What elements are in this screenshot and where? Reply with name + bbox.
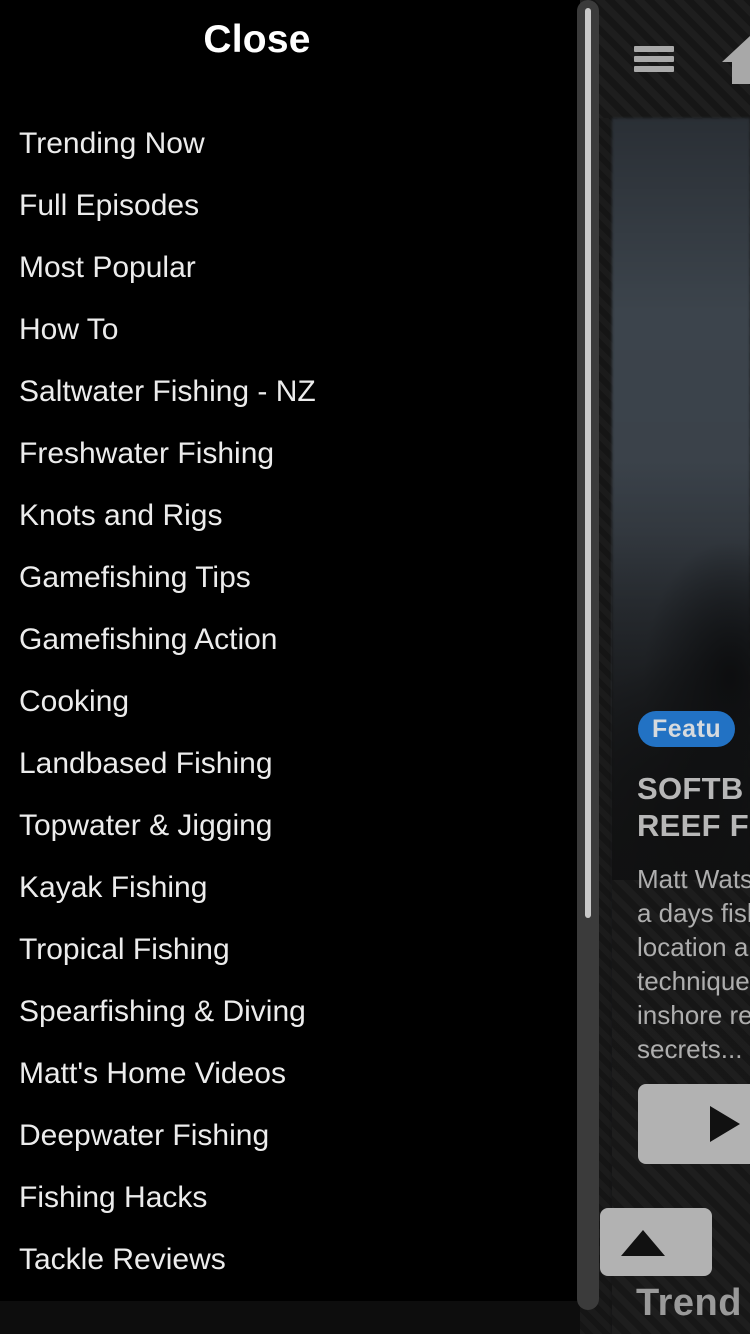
menu-item-tropical-fishing[interactable]: Tropical Fishing xyxy=(0,919,580,981)
featured-description: Matt Wats a days fish location a techniq… xyxy=(637,862,750,1066)
featured-badge: Featu xyxy=(638,711,736,747)
description-line: location a xyxy=(637,932,749,962)
play-button[interactable] xyxy=(638,1084,750,1164)
menu-item-matts-home-videos[interactable]: Matt's Home Videos xyxy=(0,1043,580,1105)
menu-item-most-popular[interactable]: Most Popular xyxy=(0,237,580,299)
close-button[interactable]: Close xyxy=(0,18,514,62)
home-icon[interactable] xyxy=(722,32,750,86)
menu-item-trending-now[interactable]: Trending Now xyxy=(0,113,580,175)
menu-item-freshwater-fishing[interactable]: Freshwater Fishing xyxy=(0,423,580,485)
section-heading: Trend xyxy=(636,1282,742,1324)
description-line: inshore re xyxy=(637,1000,750,1030)
menu-item-gamefishing-action[interactable]: Gamefishing Action xyxy=(0,609,580,671)
featured-title-line-1: SOFTB xyxy=(637,771,744,806)
featured-title-line-2: REEF F xyxy=(637,808,750,843)
triangle-up-icon xyxy=(621,1230,665,1256)
description-line: Matt Wats xyxy=(637,864,750,894)
menu-item-knots-and-rigs[interactable]: Knots and Rigs xyxy=(0,485,580,547)
menu-item-saltwater-fishing-nz[interactable]: Saltwater Fishing - NZ xyxy=(0,361,580,423)
menu-item-landbased-fishing[interactable]: Landbased Fishing xyxy=(0,733,580,795)
menu-item-fishing-hacks[interactable]: Fishing Hacks xyxy=(0,1167,580,1229)
menu-item-how-to[interactable]: How To xyxy=(0,299,580,361)
play-icon xyxy=(710,1106,740,1142)
drawer-menu-list: Trending Now Full Episodes Most Popular … xyxy=(0,113,580,1291)
hamburger-bar xyxy=(634,46,674,52)
menu-item-topwater-and-jigging[interactable]: Topwater & Jigging xyxy=(0,795,580,857)
menu-item-deepwater-fishing[interactable]: Deepwater Fishing xyxy=(0,1105,580,1167)
menu-item-gamefishing-tips[interactable]: Gamefishing Tips xyxy=(0,547,580,609)
menu-item-cooking[interactable]: Cooking xyxy=(0,671,580,733)
vertical-scrollbar[interactable] xyxy=(577,0,599,1310)
hamburger-bar xyxy=(634,66,674,72)
menu-item-kayak-fishing[interactable]: Kayak Fishing xyxy=(0,857,580,919)
menu-item-tackle-reviews[interactable]: Tackle Reviews xyxy=(0,1229,580,1291)
navigation-drawer: Close Trending Now Full Episodes Most Po… xyxy=(0,0,580,1301)
menu-item-full-episodes[interactable]: Full Episodes xyxy=(0,175,580,237)
hamburger-icon[interactable] xyxy=(634,44,674,74)
description-line: technique xyxy=(637,966,750,996)
hamburger-bar xyxy=(634,56,674,62)
drawer-footer-strip xyxy=(0,1301,580,1334)
scrollbar-thumb[interactable] xyxy=(585,8,591,918)
description-line: secrets... xyxy=(637,1034,743,1064)
menu-item-spearfishing-and-diving[interactable]: Spearfishing & Diving xyxy=(0,981,580,1043)
description-line: a days fish xyxy=(637,898,750,928)
scroll-to-top-button[interactable] xyxy=(600,1208,712,1276)
featured-title: SOFTB REEF F xyxy=(637,770,750,844)
